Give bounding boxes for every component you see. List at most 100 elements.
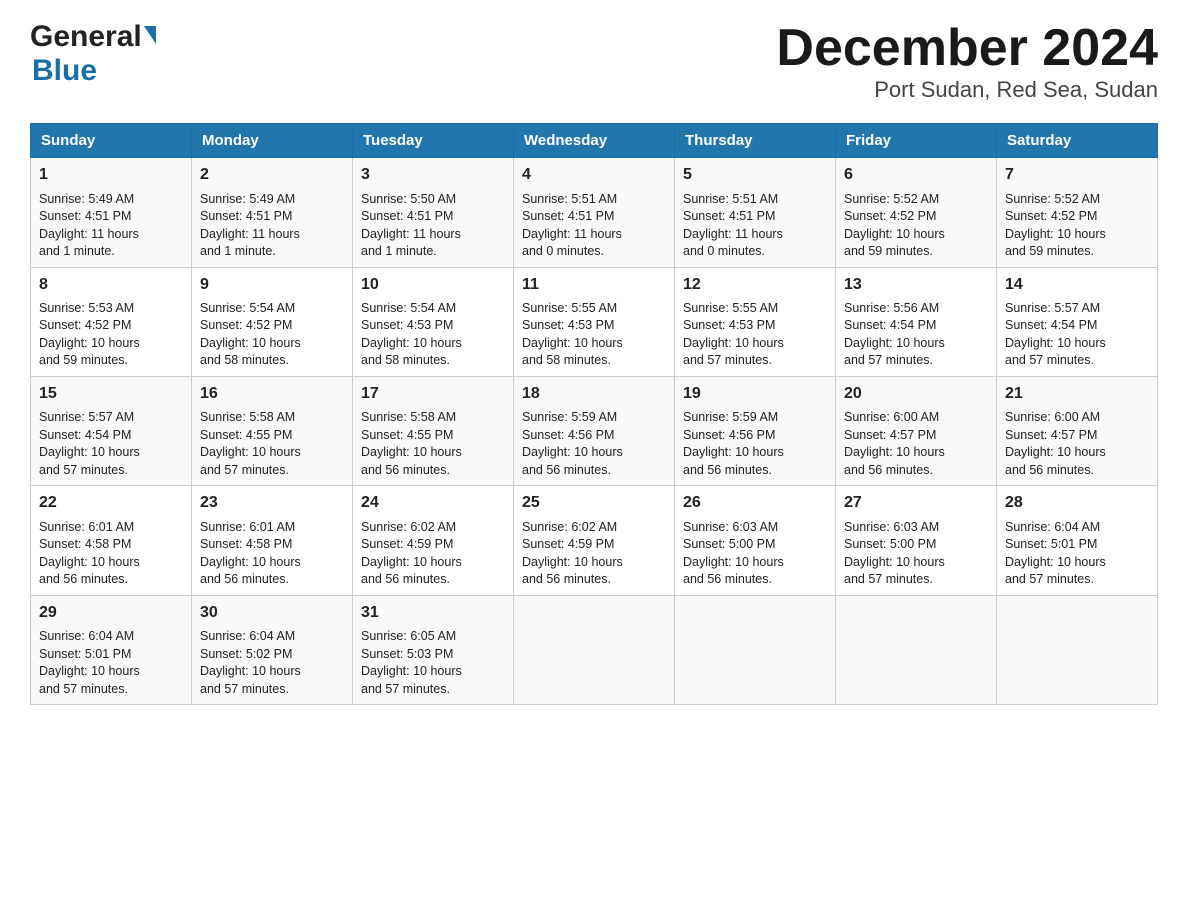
calendar-cell — [836, 595, 997, 704]
day-info: Sunrise: 6:04 AM Sunset: 5:02 PM Dayligh… — [200, 628, 344, 698]
calendar-subtitle: Port Sudan, Red Sea, Sudan — [776, 77, 1158, 103]
day-info: Sunrise: 5:55 AM Sunset: 4:53 PM Dayligh… — [683, 300, 827, 370]
day-number: 17 — [361, 383, 505, 405]
logo-blue-text: Blue — [32, 54, 97, 87]
logo-triangle-icon — [144, 26, 156, 44]
weekday-header-monday: Monday — [192, 124, 353, 158]
day-number: 20 — [844, 383, 988, 405]
calendar-cell: 21 Sunrise: 6:00 AM Sunset: 4:57 PM Dayli… — [997, 376, 1158, 485]
calendar-cell: 20 Sunrise: 6:00 AM Sunset: 4:57 PM Dayli… — [836, 376, 997, 485]
calendar-week-row: 8 Sunrise: 5:53 AM Sunset: 4:52 PM Daylig… — [31, 267, 1158, 376]
logo: General Blue — [30, 20, 156, 88]
weekday-header-saturday: Saturday — [997, 124, 1158, 158]
day-number: 30 — [200, 602, 344, 624]
calendar-cell: 31 Sunrise: 6:05 AM Sunset: 5:03 PM Dayli… — [353, 595, 514, 704]
day-number: 21 — [1005, 383, 1149, 405]
calendar-cell: 12 Sunrise: 5:55 AM Sunset: 4:53 PM Dayli… — [675, 267, 836, 376]
day-number: 26 — [683, 492, 827, 514]
title-block: December 2024 Port Sudan, Red Sea, Sudan — [776, 20, 1158, 103]
day-info: Sunrise: 6:04 AM Sunset: 5:01 PM Dayligh… — [1005, 519, 1149, 589]
day-number: 14 — [1005, 274, 1149, 296]
day-info: Sunrise: 5:58 AM Sunset: 4:55 PM Dayligh… — [200, 409, 344, 479]
calendar-cell: 17 Sunrise: 5:58 AM Sunset: 4:55 PM Dayli… — [353, 376, 514, 485]
day-number: 22 — [39, 492, 183, 514]
day-number: 11 — [522, 274, 666, 296]
day-info: Sunrise: 5:51 AM Sunset: 4:51 PM Dayligh… — [683, 191, 827, 261]
calendar-cell: 29Sunrise: 6:04 AM Sunset: 5:01 PM Dayli… — [31, 595, 192, 704]
calendar-cell: 11 Sunrise: 5:55 AM Sunset: 4:53 PM Dayli… — [514, 267, 675, 376]
day-number: 28 — [1005, 492, 1149, 514]
day-info: Sunrise: 6:01 AM Sunset: 4:58 PM Dayligh… — [200, 519, 344, 589]
day-info: Sunrise: 5:58 AM Sunset: 4:55 PM Dayligh… — [361, 409, 505, 479]
day-info: Sunrise: 5:56 AM Sunset: 4:54 PM Dayligh… — [844, 300, 988, 370]
day-number: 15 — [39, 383, 183, 405]
calendar-table: SundayMondayTuesdayWednesdayThursdayFrid… — [30, 123, 1158, 705]
day-number: 29 — [39, 602, 183, 624]
calendar-cell — [514, 595, 675, 704]
day-info: Sunrise: 6:01 AM Sunset: 4:58 PM Dayligh… — [39, 519, 183, 589]
day-number: 13 — [844, 274, 988, 296]
calendar-cell: 9Sunrise: 5:54 AM Sunset: 4:52 PM Daylig… — [192, 267, 353, 376]
calendar-cell: 4 Sunrise: 5:51 AM Sunset: 4:51 PM Daylig… — [514, 158, 675, 267]
day-info: Sunrise: 6:03 AM Sunset: 5:00 PM Dayligh… — [844, 519, 988, 589]
day-number: 10 — [361, 274, 505, 296]
day-info: Sunrise: 5:52 AM Sunset: 4:52 PM Dayligh… — [1005, 191, 1149, 261]
day-number: 9 — [200, 274, 344, 296]
day-number: 31 — [361, 602, 505, 624]
day-info: Sunrise: 5:51 AM Sunset: 4:51 PM Dayligh… — [522, 191, 666, 261]
calendar-title: December 2024 — [776, 20, 1158, 77]
day-info: Sunrise: 5:52 AM Sunset: 4:52 PM Dayligh… — [844, 191, 988, 261]
day-number: 18 — [522, 383, 666, 405]
calendar-cell: 15Sunrise: 5:57 AM Sunset: 4:54 PM Dayli… — [31, 376, 192, 485]
day-number: 2 — [200, 164, 344, 186]
day-number: 4 — [522, 164, 666, 186]
calendar-week-row: 1Sunrise: 5:49 AM Sunset: 4:51 PM Daylig… — [31, 158, 1158, 267]
calendar-cell: 25Sunrise: 6:02 AM Sunset: 4:59 PM Dayli… — [514, 486, 675, 595]
calendar-cell: 24Sunrise: 6:02 AM Sunset: 4:59 PM Dayli… — [353, 486, 514, 595]
day-info: Sunrise: 5:49 AM Sunset: 4:51 PM Dayligh… — [200, 191, 344, 261]
calendar-cell: 19Sunrise: 5:59 AM Sunset: 4:56 PM Dayli… — [675, 376, 836, 485]
calendar-cell: 16 Sunrise: 5:58 AM Sunset: 4:55 PM Dayli… — [192, 376, 353, 485]
day-info: Sunrise: 6:00 AM Sunset: 4:57 PM Dayligh… — [844, 409, 988, 479]
calendar-cell: 30 Sunrise: 6:04 AM Sunset: 5:02 PM Dayli… — [192, 595, 353, 704]
day-info: Sunrise: 5:59 AM Sunset: 4:56 PM Dayligh… — [522, 409, 666, 479]
calendar-cell: 27 Sunrise: 6:03 AM Sunset: 5:00 PM Dayli… — [836, 486, 997, 595]
calendar-cell: 28 Sunrise: 6:04 AM Sunset: 5:01 PM Dayli… — [997, 486, 1158, 595]
day-number: 24 — [361, 492, 505, 514]
weekday-header-thursday: Thursday — [675, 124, 836, 158]
weekday-header-tuesday: Tuesday — [353, 124, 514, 158]
day-info: Sunrise: 5:55 AM Sunset: 4:53 PM Dayligh… — [522, 300, 666, 370]
day-info: Sunrise: 5:50 AM Sunset: 4:51 PM Dayligh… — [361, 191, 505, 261]
calendar-cell: 23 Sunrise: 6:01 AM Sunset: 4:58 PM Dayli… — [192, 486, 353, 595]
day-number: 23 — [200, 492, 344, 514]
day-number: 12 — [683, 274, 827, 296]
calendar-cell: 14 Sunrise: 5:57 AM Sunset: 4:54 PM Dayli… — [997, 267, 1158, 376]
day-number: 6 — [844, 164, 988, 186]
day-info: Sunrise: 5:57 AM Sunset: 4:54 PM Dayligh… — [1005, 300, 1149, 370]
weekday-header-wednesday: Wednesday — [514, 124, 675, 158]
day-number: 7 — [1005, 164, 1149, 186]
day-info: Sunrise: 5:54 AM Sunset: 4:53 PM Dayligh… — [361, 300, 505, 370]
day-number: 8 — [39, 274, 183, 296]
weekday-header-sunday: Sunday — [31, 124, 192, 158]
day-info: Sunrise: 5:49 AM Sunset: 4:51 PM Dayligh… — [39, 191, 183, 261]
day-info: Sunrise: 6:00 AM Sunset: 4:57 PM Dayligh… — [1005, 409, 1149, 479]
page-header: General Blue December 2024 Port Sudan, R… — [30, 20, 1158, 103]
calendar-cell: 26Sunrise: 6:03 AM Sunset: 5:00 PM Dayli… — [675, 486, 836, 595]
calendar-cell: 18 Sunrise: 5:59 AM Sunset: 4:56 PM Dayli… — [514, 376, 675, 485]
day-info: Sunrise: 5:53 AM Sunset: 4:52 PM Dayligh… — [39, 300, 183, 370]
calendar-cell: 22 Sunrise: 6:01 AM Sunset: 4:58 PM Dayli… — [31, 486, 192, 595]
day-number: 25 — [522, 492, 666, 514]
day-number: 27 — [844, 492, 988, 514]
weekday-header-friday: Friday — [836, 124, 997, 158]
logo-general-text: General — [30, 20, 142, 54]
calendar-cell: 1Sunrise: 5:49 AM Sunset: 4:51 PM Daylig… — [31, 158, 192, 267]
day-info: Sunrise: 6:05 AM Sunset: 5:03 PM Dayligh… — [361, 628, 505, 698]
calendar-cell: 5Sunrise: 5:51 AM Sunset: 4:51 PM Daylig… — [675, 158, 836, 267]
calendar-week-row: 15Sunrise: 5:57 AM Sunset: 4:54 PM Dayli… — [31, 376, 1158, 485]
calendar-cell: 10 Sunrise: 5:54 AM Sunset: 4:53 PM Dayli… — [353, 267, 514, 376]
calendar-cell — [997, 595, 1158, 704]
calendar-week-row: 29Sunrise: 6:04 AM Sunset: 5:01 PM Dayli… — [31, 595, 1158, 704]
calendar-cell: 7 Sunrise: 5:52 AM Sunset: 4:52 PM Daylig… — [997, 158, 1158, 267]
day-number: 16 — [200, 383, 344, 405]
